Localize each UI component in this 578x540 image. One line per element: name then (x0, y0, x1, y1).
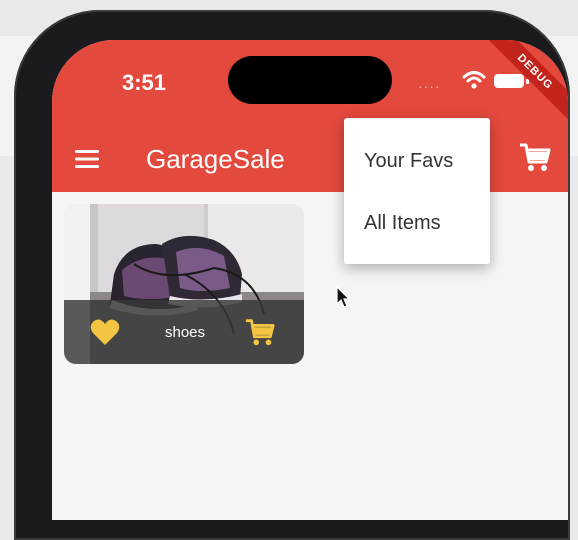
product-name: shoes (164, 324, 206, 341)
menu-item-label: Your Favs (364, 150, 454, 172)
app-title: GarageSale (146, 144, 285, 174)
signal-dots-icon: ···· (418, 78, 441, 94)
status-bar: 3:51 ···· DEBUG (52, 40, 568, 126)
app-bar: GarageSale (52, 126, 568, 192)
product-tile-footer: shoes (64, 300, 304, 364)
wifi-icon (462, 71, 486, 89)
product-grid: shoes (52, 192, 568, 520)
heart-icon (90, 319, 120, 345)
phone-screen: 3:51 ···· DEBUG GarageSale shoes (52, 40, 568, 520)
status-icons: ···· (418, 70, 538, 94)
shopping-cart-icon (245, 319, 275, 346)
dynamic-island (228, 56, 392, 104)
phone-frame: 3:51 ···· DEBUG GarageSale shoes (14, 10, 570, 540)
filter-popup-menu: Your Favs All Items (344, 118, 490, 264)
add-to-cart-button[interactable] (244, 316, 276, 348)
menu-item-your-favs[interactable]: Your Favs (344, 130, 490, 192)
status-time: 3:51 (122, 70, 167, 95)
menu-item-all-items[interactable]: All Items (344, 192, 490, 254)
favorite-button[interactable] (90, 318, 120, 346)
menu-item-label: All Items (364, 212, 441, 234)
cart-button[interactable] (518, 140, 552, 174)
hamburger-menu-icon[interactable] (74, 146, 100, 172)
mouse-cursor-icon (336, 286, 351, 308)
product-tile[interactable]: shoes (64, 204, 304, 364)
battery-icon (494, 74, 524, 88)
shopping-cart-icon (520, 143, 551, 171)
